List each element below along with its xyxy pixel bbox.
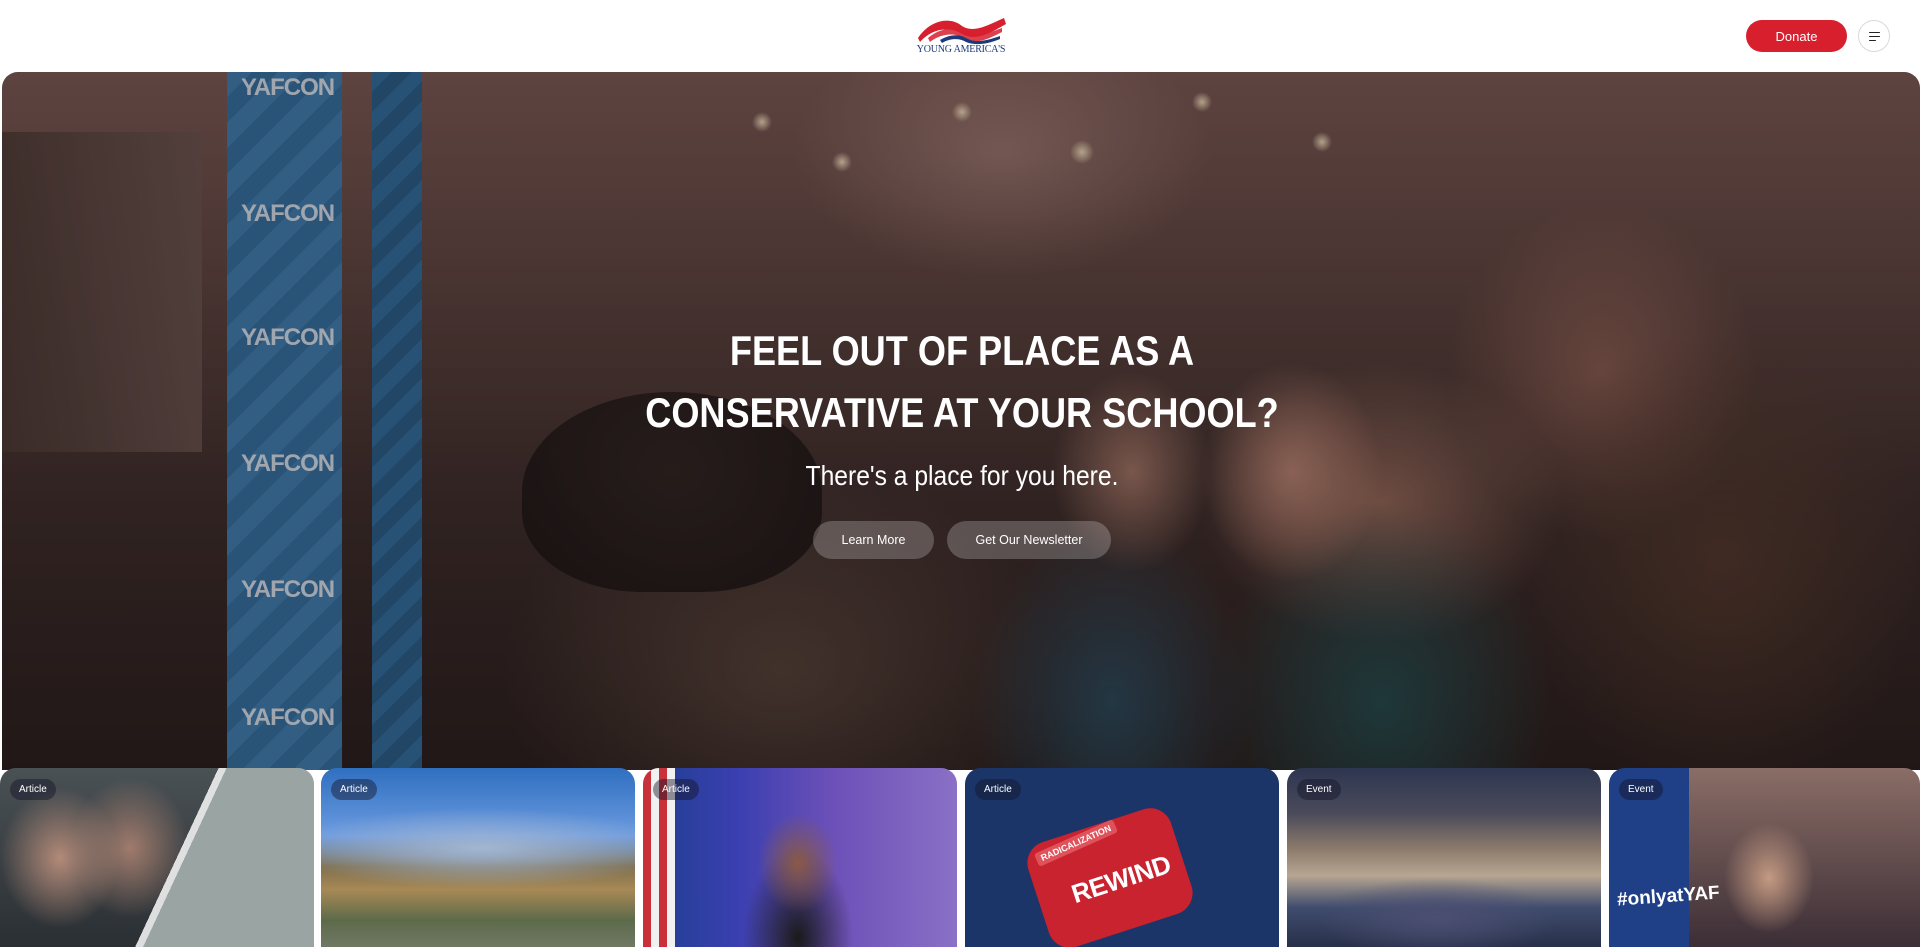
yaf-logo[interactable]: YOUNG AMERICA'S — [910, 12, 1012, 62]
content-card[interactable]: #onlyatYAF Event — [1609, 768, 1920, 947]
menu-icon-line — [1869, 36, 1880, 38]
hero-title-line2: CONSERVATIVE AT YOUR SCHOOL? — [645, 389, 1279, 436]
card-tag: Article — [653, 779, 699, 800]
content-card[interactable]: Article — [0, 768, 314, 947]
content-cards: Article Article Article RADICALIZATION R… — [0, 768, 1920, 947]
hero-video: YAFCON YAFCON YAFCON YAFCON YAFCON YAFCO… — [2, 72, 1920, 770]
donate-button[interactable]: Donate — [1746, 20, 1847, 52]
card-tag: Event — [1297, 779, 1341, 800]
card-tag: Article — [331, 779, 377, 800]
content-card[interactable]: Article — [643, 768, 957, 947]
content-card[interactable]: RADICALIZATION REWIND Article — [965, 768, 1279, 947]
flag-logo-icon — [918, 18, 1006, 45]
card-tag: Article — [10, 779, 56, 800]
site-header: YOUNG AMERICA'S Donate — [0, 0, 1920, 72]
card-image-text: #onlyatYAF — [1616, 882, 1721, 911]
card-tag: Event — [1619, 779, 1663, 800]
hero-subtitle: There's a place for you here. — [805, 460, 1119, 491]
content-card[interactable]: Article — [321, 768, 635, 947]
menu-button[interactable] — [1858, 20, 1890, 52]
logo-text: YOUNG AMERICA'S — [916, 44, 1006, 55]
menu-icon — [1869, 32, 1880, 34]
content-card[interactable]: Event — [1287, 768, 1601, 947]
menu-icon-line-short — [1869, 40, 1876, 42]
hero-title-line1: FEEL OUT OF PLACE AS A — [729, 327, 1195, 374]
card-tag: Article — [975, 779, 1021, 800]
learn-more-button[interactable]: Learn More — [813, 521, 934, 559]
newsletter-button[interactable]: Get Our Newsletter — [947, 521, 1111, 559]
hero-title: FEEL OUT OF PLACE AS A CONSERVATIVE AT Y… — [618, 320, 1306, 444]
